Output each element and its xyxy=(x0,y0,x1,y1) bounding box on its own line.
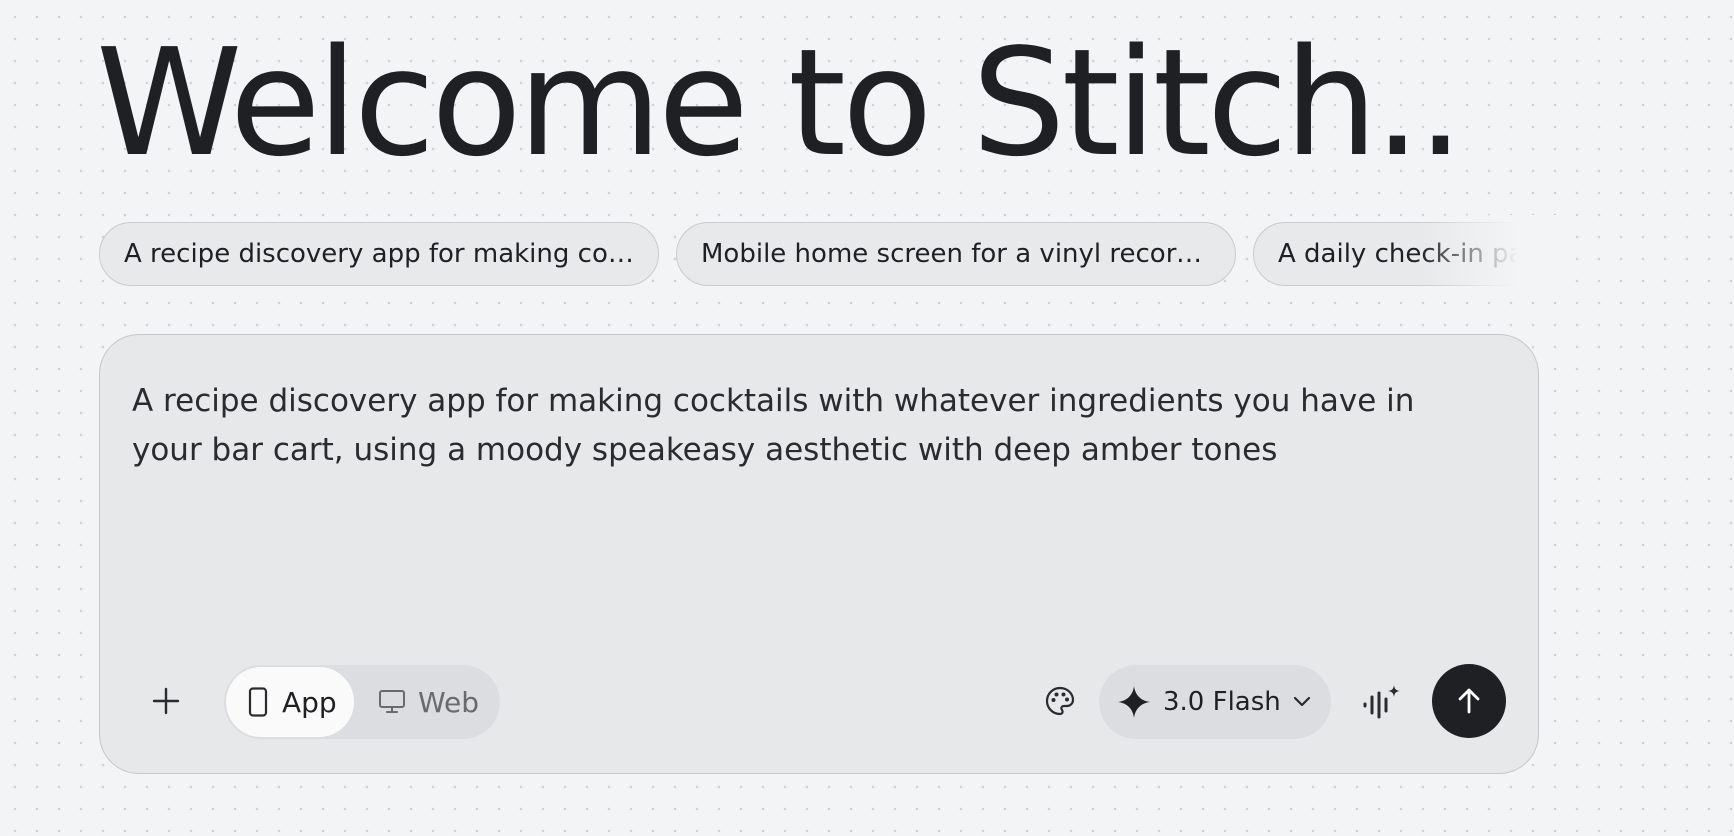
sparkle-icon xyxy=(1118,686,1150,718)
model-selector[interactable]: 3.0 Flash xyxy=(1099,665,1331,739)
suggestion-chip[interactable]: Mobile home screen for a vinyl record st… xyxy=(676,222,1236,286)
suggestion-chip-label: Mobile home screen for a vinyl record st… xyxy=(701,239,1211,269)
phone-icon xyxy=(248,687,268,717)
mode-app-label: App xyxy=(282,685,337,719)
suggestion-chip-label: A recipe discovery app for making cockta… xyxy=(124,239,634,269)
chevron-down-icon xyxy=(1293,696,1310,707)
suggestion-chip-label: A daily check-in page xyxy=(1278,239,1539,269)
send-button[interactable] xyxy=(1432,664,1506,738)
suggestion-chips: A recipe discovery app for making cockta… xyxy=(99,222,1539,288)
suggestion-chip[interactable]: A daily check-in page xyxy=(1253,222,1539,286)
mode-toggle: App Web xyxy=(224,665,500,739)
monitor-icon xyxy=(379,690,405,713)
mode-web-button[interactable]: Web xyxy=(370,667,498,737)
palette-icon xyxy=(1045,686,1075,716)
voice-sparkle-icon xyxy=(1363,685,1400,719)
add-attachment-button[interactable] xyxy=(134,669,198,733)
prompt-input[interactable]: A recipe discovery app for making cockta… xyxy=(132,377,1472,475)
page-title: Welcome to Stitch.. xyxy=(96,17,1464,189)
arrow-up-icon xyxy=(1458,688,1480,714)
plus-icon xyxy=(152,687,180,715)
mode-web-label: Web xyxy=(418,685,480,719)
model-selector-label: 3.0 Flash xyxy=(1163,687,1281,717)
voice-input-button[interactable] xyxy=(1350,669,1414,733)
prompt-composer: A recipe discovery app for making cockta… xyxy=(99,334,1539,774)
composer-toolbar: App Web 3.0 Flash xyxy=(124,664,1508,739)
theme-button[interactable] xyxy=(1028,669,1092,733)
suggestion-chip[interactable]: A recipe discovery app for making cockta… xyxy=(99,222,659,286)
mode-app-button[interactable]: App xyxy=(226,667,354,737)
